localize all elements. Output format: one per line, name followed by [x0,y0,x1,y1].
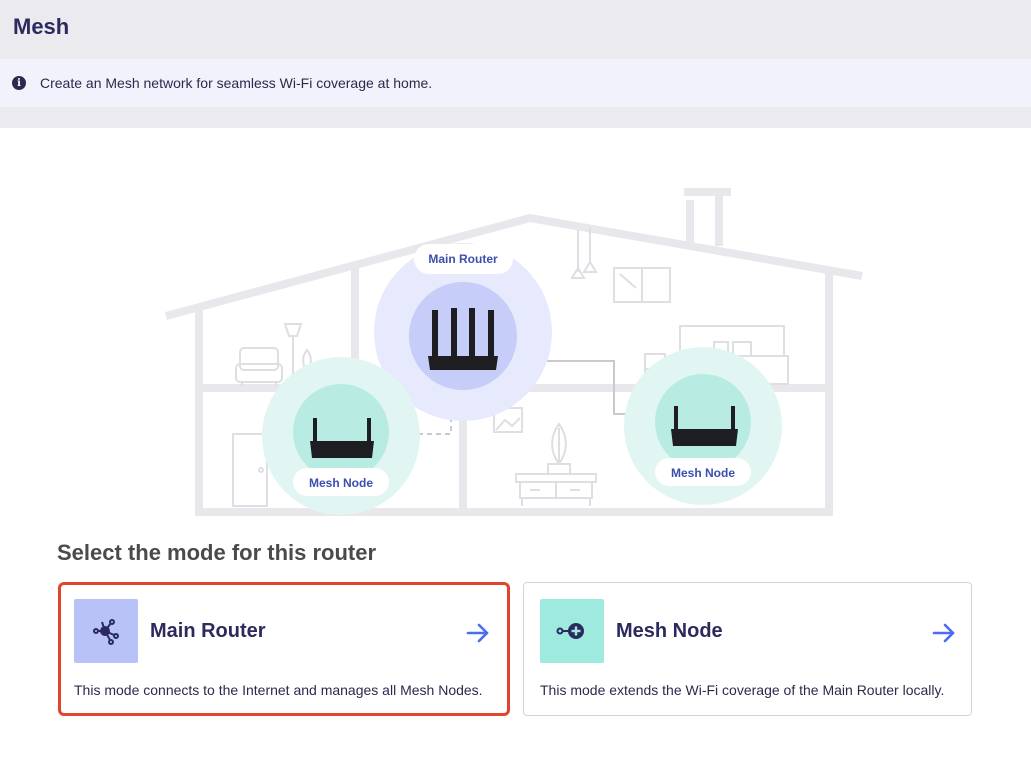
mesh-node-mode-description: This mode extends the Wi-Fi coverage of … [540,682,945,698]
arrow-right-icon [932,623,955,643]
mesh-node-mode-icon [540,599,604,663]
mesh-node-mode-card[interactable]: Mesh Node This mode extends the Wi-Fi co… [523,582,972,716]
main-router-label: Main Router [428,252,498,266]
main-router-mode-description: This mode connects to the Internet and m… [74,682,483,698]
info-text: Create an Mesh network for seamless Wi-F… [40,75,433,91]
mode-section-title: Select the mode for this router [57,540,377,565]
info-banner: i Create an Mesh network for seamless Wi… [0,59,1031,107]
node-add-icon [556,623,584,639]
main-router-mode-title: Main Router [150,620,266,642]
main-router-mode-card[interactable]: Main Router This mode connects to the In… [58,582,510,716]
page-title: Mesh [13,14,70,39]
mesh-node-left-label: Mesh Node [309,476,373,490]
main-router-mode-icon [74,599,138,663]
mesh-node-mode-title: Mesh Node [616,620,723,642]
hub-nodes-icon [93,619,119,645]
mesh-node-right-label: Mesh Node [671,466,735,480]
mesh-house-illustration: Main Router Mesh Node Mesh Node [164,188,863,516]
info-icon: i [12,76,26,90]
arrow-right-icon [466,623,489,643]
